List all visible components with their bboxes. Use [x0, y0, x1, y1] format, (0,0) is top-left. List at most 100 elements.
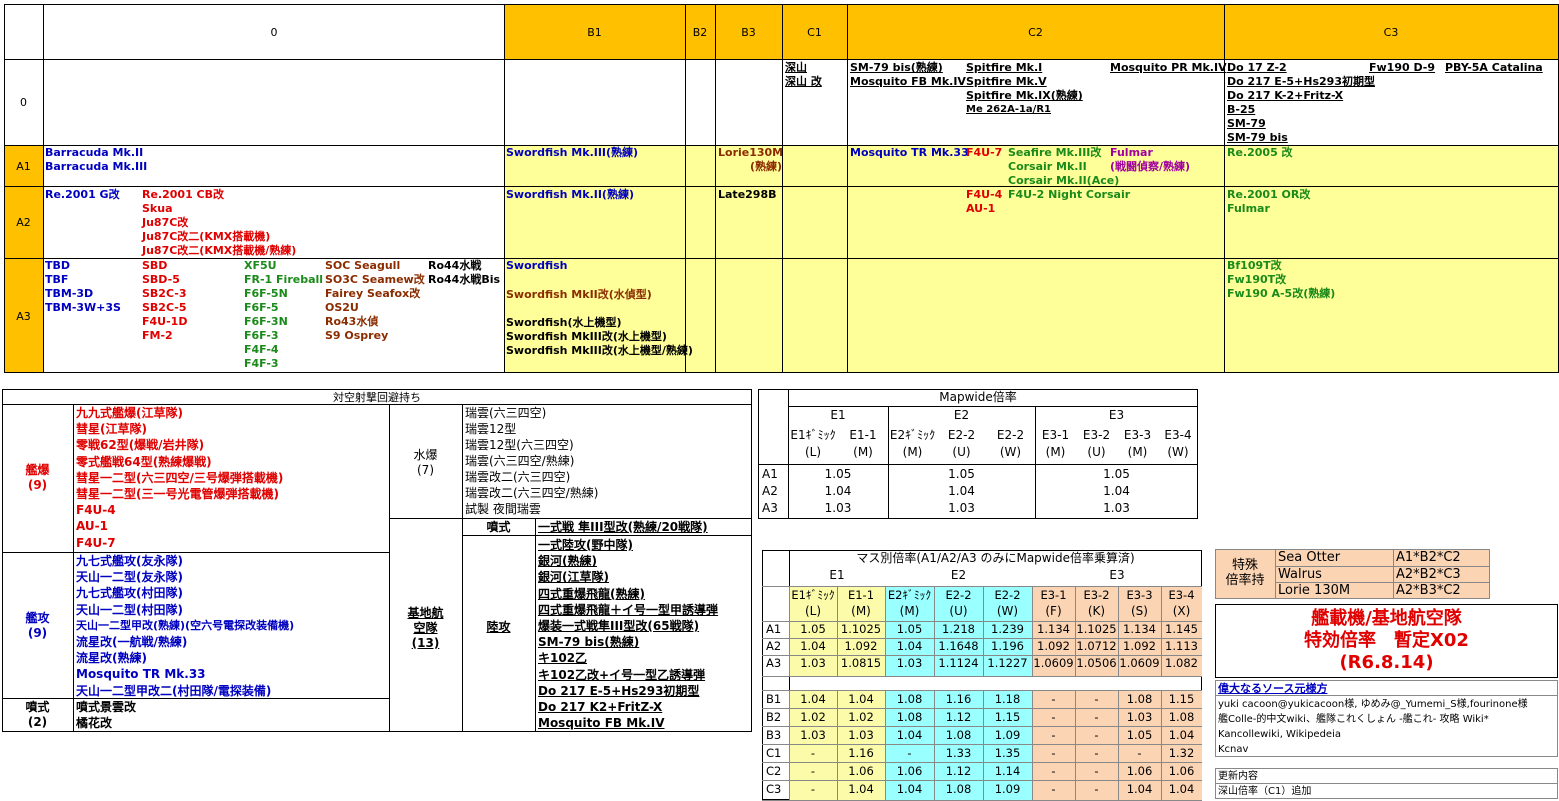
mass-value: 1.04	[848, 782, 874, 796]
mass-col-header: E2ｷﾞﾐｯｸ	[887, 588, 932, 602]
mapwide-col-subheader: (W)	[1167, 445, 1189, 459]
a3-b1-c: Swordfish(水上機型) Swordfish MkIII改(水上機型) Swo…	[506, 316, 693, 357]
a3-c0-c: XF5U FR-1 Fireball F6F-5N F6F-5 F6F-3N F6F-3 F…	[244, 259, 324, 370]
mass-value: 1.113	[1165, 639, 1198, 653]
mapwide-e3-values: 1.05 1.04 1.03	[1103, 467, 1130, 515]
mass-value: 1.09	[994, 782, 1021, 796]
mass-value: 1.05	[800, 622, 826, 636]
mass-row-label: B2	[766, 710, 782, 724]
mass-value: 1.04	[800, 692, 826, 706]
kichi-sub2-list: 一式陸攻(野中隊) 銀河(熟練) 銀河(江草隊) 四式重爆飛龍(熟練) 四式重爆飛龍＋イ…	[538, 538, 719, 731]
mass-value: 1.02	[800, 710, 826, 724]
a3-c3-b: Fw190 A-5改(熟練)	[1227, 287, 1336, 300]
mass-value: 1.0712	[1076, 639, 1117, 653]
mass-value: 1.239	[991, 622, 1024, 636]
mass-value: 1.12	[945, 764, 972, 778]
a1-c2-a: Mosquito TR Mk.33	[850, 146, 969, 159]
col-header-c2: C2	[1028, 26, 1043, 39]
mapwide-col-header: E1-1	[849, 428, 877, 442]
mass-value: 1.04	[1168, 728, 1195, 742]
mapwide-col-subheader: (L)	[804, 445, 822, 459]
r0-c3-list-b: Fw190 D-9	[1369, 61, 1436, 74]
mass-row-label: C2	[766, 764, 782, 778]
suibaku-list: 瑞雲(六三四空) 瑞雲12型 瑞雲12型(六三四空) 瑞雲(六三四空/熟練) 瑞雲改二(…	[465, 406, 599, 516]
mapwide-col-header: E2-2	[947, 428, 976, 442]
mapwide-col-subheader: (W)	[999, 445, 1022, 459]
mass-value: 1.09	[994, 728, 1021, 742]
mass-value: 1.08	[896, 692, 923, 706]
mass-value: -	[1094, 710, 1099, 724]
mapwide-group-e2: E2	[953, 408, 970, 422]
mass-value: 1.1025	[1076, 622, 1117, 636]
a1-c0-list: Barracuda Mk.II Barracuda Mk.III	[45, 146, 148, 173]
a2-b3: Late298B	[718, 188, 777, 201]
mass-value: 1.145	[1165, 622, 1198, 636]
mapwide-col-header: E3-1	[1041, 428, 1070, 442]
mass-value: -	[810, 782, 816, 796]
mass-value: 1.16	[945, 692, 972, 706]
mass-value: 1.03	[848, 728, 874, 742]
mass-value: 1.092	[844, 639, 878, 653]
mass-title: マス別倍率(A1/A2/A3 のみにMapwide倍率乗算済)	[856, 551, 1135, 565]
row-header-0: 0	[20, 96, 27, 109]
grid-line	[762, 690, 1202, 691]
a1-c2-b: F4U-7	[966, 146, 1003, 159]
mass-value: 1.04	[848, 692, 874, 706]
mass-row-label: A1	[766, 622, 782, 636]
special-names: Sea Otter Walrus Lorie 130M	[1278, 550, 1351, 598]
mass-col-subheader: (U)	[949, 604, 968, 618]
mapwide-group-e3: E3	[1108, 408, 1125, 422]
mass-value: 1.03	[1126, 710, 1153, 724]
mass-value: 1.04	[1126, 782, 1153, 796]
mapwide-group-e1: E1	[830, 408, 846, 422]
mass-group-e2: E2	[950, 568, 967, 582]
mass-row-label: A2	[766, 639, 782, 653]
mass-value: -	[1137, 746, 1142, 760]
page-title: 艦載機/基地航空隊 特効倍率 暫定X02 (R6.8.14)	[1304, 608, 1469, 673]
mass-col-header: E3-2	[1083, 588, 1110, 602]
mapwide-col-subheader: (M)	[902, 445, 923, 459]
mass-value: 1.092	[1123, 639, 1156, 653]
mapwide-col-subheader: (M)	[1045, 445, 1066, 459]
mass-value: 1.082	[1165, 656, 1198, 670]
kanko-label: 艦攻 (9)	[25, 611, 50, 640]
mass-value: 1.1124	[938, 656, 979, 670]
row-header-a1: A1	[16, 160, 31, 173]
a1-c2-c: Seafire Mk.III改 Corsair Mk.II Corsair Mk.I…	[1008, 146, 1120, 187]
r0-c2-list-b: Spitfire Mk.I Spitfire Mk.V Spitfire Mk.IX…	[966, 61, 1083, 115]
special-label: 特殊 倍率持	[1225, 558, 1265, 588]
mapwide-col-subheader: (U)	[1087, 445, 1106, 459]
kanko-list: 九七式艦攻(友永隊) 天山一二型(友永隊) 九七式艦攻(村田隊) 天山一二型(村田隊)…	[76, 554, 295, 698]
sources-heading: 偉大なるソース元様方	[1218, 682, 1328, 695]
aa-title: 対空射撃回避持ち	[333, 391, 421, 404]
sources-lines: yuki cacoon@yukicacoon様, ゆめみ@_Yumemi_S様,…	[1218, 699, 1528, 755]
mass-value: -	[1051, 782, 1056, 796]
mapwide-e1-values: 1.05 1.04 1.03	[824, 467, 852, 515]
mass-value: 1.08	[896, 710, 923, 724]
mass-value: 1.218	[942, 622, 975, 636]
mass-value: 1.04	[800, 639, 826, 653]
a1-b1: Swordfish Mk.III(熟練)	[506, 146, 639, 159]
mass-col-subheader: (L)	[804, 604, 822, 618]
mass-value: 1.08	[945, 728, 972, 742]
mass-value: -	[1051, 746, 1056, 760]
a1-b3: Lorie130M (熟練)	[718, 146, 784, 173]
mass-value: -	[1094, 746, 1099, 760]
grid-line	[762, 780, 1202, 781]
col-header-c3: C3	[1383, 26, 1399, 39]
kichi-sub1: 噴式	[486, 520, 511, 534]
mass-value: 1.06	[1168, 764, 1195, 778]
mapwide-col-subheader: (M)	[853, 445, 873, 459]
mass-value: 1.02	[848, 710, 874, 724]
mass-value: 1.16	[848, 746, 874, 760]
kanbaku-list: 九九式艦爆(江草隊) 彗星(江草隊) 零戦62型(爆戦/岩井隊) 零式艦戦64型(熟練…	[76, 406, 284, 550]
mass-value: 1.18	[994, 692, 1021, 706]
grid-line	[762, 762, 1202, 763]
mass-value: -	[810, 764, 816, 778]
a3-b1-b: Swordfish MkII改(水偵型)	[506, 288, 652, 301]
mass-col-subheader: (X)	[1172, 604, 1191, 618]
mass-value: 1.32	[1168, 746, 1195, 760]
mass-value: -	[1094, 692, 1099, 706]
mass-value: 1.03	[800, 656, 826, 670]
mapwide-col-header: E2ｷﾞﾐｯｸ	[889, 428, 936, 442]
